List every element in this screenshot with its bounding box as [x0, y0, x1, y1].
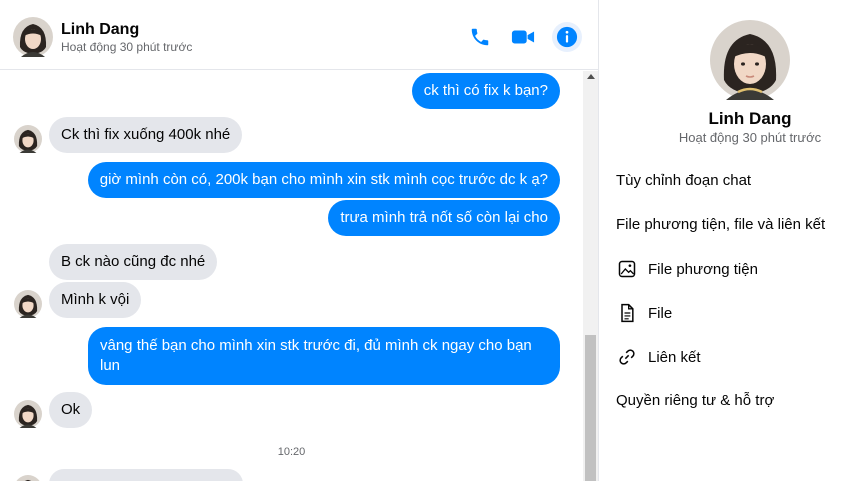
info-icon[interactable] [552, 22, 582, 52]
profile-status: Hoạt động 30 phút trước [678, 130, 822, 145]
phone-icon[interactable] [467, 24, 493, 50]
message-bubble-incoming[interactable]: Ck thì fix xuống 400k nhé [49, 117, 243, 153]
link-icon [616, 346, 638, 368]
avatar[interactable] [14, 475, 42, 481]
scrollbar-thumb[interactable] [585, 335, 596, 481]
file-icon [616, 302, 638, 324]
message-list: ck thì có fix k bạn? Ck thì fix xuống 40… [0, 71, 583, 481]
links-item[interactable]: Liên kết [616, 346, 701, 368]
scroll-up-arrow-icon[interactable] [587, 74, 595, 79]
message-bubble-outgoing[interactable]: ck thì có fix k bạn? [411, 73, 560, 109]
privacy-support-item[interactable]: Quyền riêng tư & hỗ trợ [616, 392, 774, 409]
message-timestamp: 10:20 [277, 446, 306, 458]
message-bubble-incoming[interactable]: Mình k vội [49, 282, 142, 318]
files-label: File [648, 304, 673, 322]
media-files-links-item[interactable]: File phương tiện, file và liên kết [616, 216, 825, 233]
customize-chat-item[interactable]: Tùy chỉnh đoạn chat [616, 172, 751, 189]
message-bubble-incoming[interactable] [49, 469, 243, 481]
video-camera-icon[interactable] [510, 24, 536, 50]
chat-header: Linh Dang Hoạt động 30 phút trước [0, 6, 598, 70]
avatar[interactable] [14, 125, 42, 153]
avatar[interactable] [14, 290, 42, 318]
message-bubble-outgoing[interactable]: trưa mình trả nốt số còn lại cho [328, 200, 560, 236]
files-item[interactable]: File [616, 302, 672, 324]
image-icon [616, 258, 638, 280]
chat-pane: Linh Dang Hoạt động 30 phút trước ck thì… [0, 0, 598, 481]
contact-name[interactable]: Linh Dang [61, 21, 139, 39]
privacy-support-label: Quyền riêng tư & hỗ trợ [616, 392, 775, 409]
active-status: Hoạt động 30 phút trước [61, 40, 193, 54]
customize-chat-label: Tùy chỉnh đoạn chat [616, 172, 752, 189]
conversation-info-pane: Linh Dang Hoạt động 30 phút trước Tùy ch… [599, 0, 859, 481]
message-bubble-incoming[interactable]: B ck nào cũng đc nhé [49, 244, 218, 280]
links-label: Liên kết [648, 348, 701, 366]
message-bubble-outgoing[interactable]: vâng thế bạn cho mình xin stk trước đi, … [88, 327, 560, 385]
media-item[interactable]: File phương tiện [616, 258, 758, 280]
profile-name: Linh Dang [708, 109, 792, 128]
profile-avatar[interactable] [710, 20, 790, 100]
avatar[interactable] [13, 17, 53, 57]
scrollbar[interactable] [583, 71, 598, 481]
message-bubble-incoming[interactable]: Ok [49, 392, 93, 428]
media-files-links-label: File phương tiện, file và liên kết [616, 216, 826, 233]
avatar[interactable] [14, 400, 42, 428]
message-bubble-outgoing[interactable]: giờ mình còn có, 200k bạn cho mình xin s… [87, 162, 560, 198]
media-label: File phương tiện [648, 260, 758, 278]
